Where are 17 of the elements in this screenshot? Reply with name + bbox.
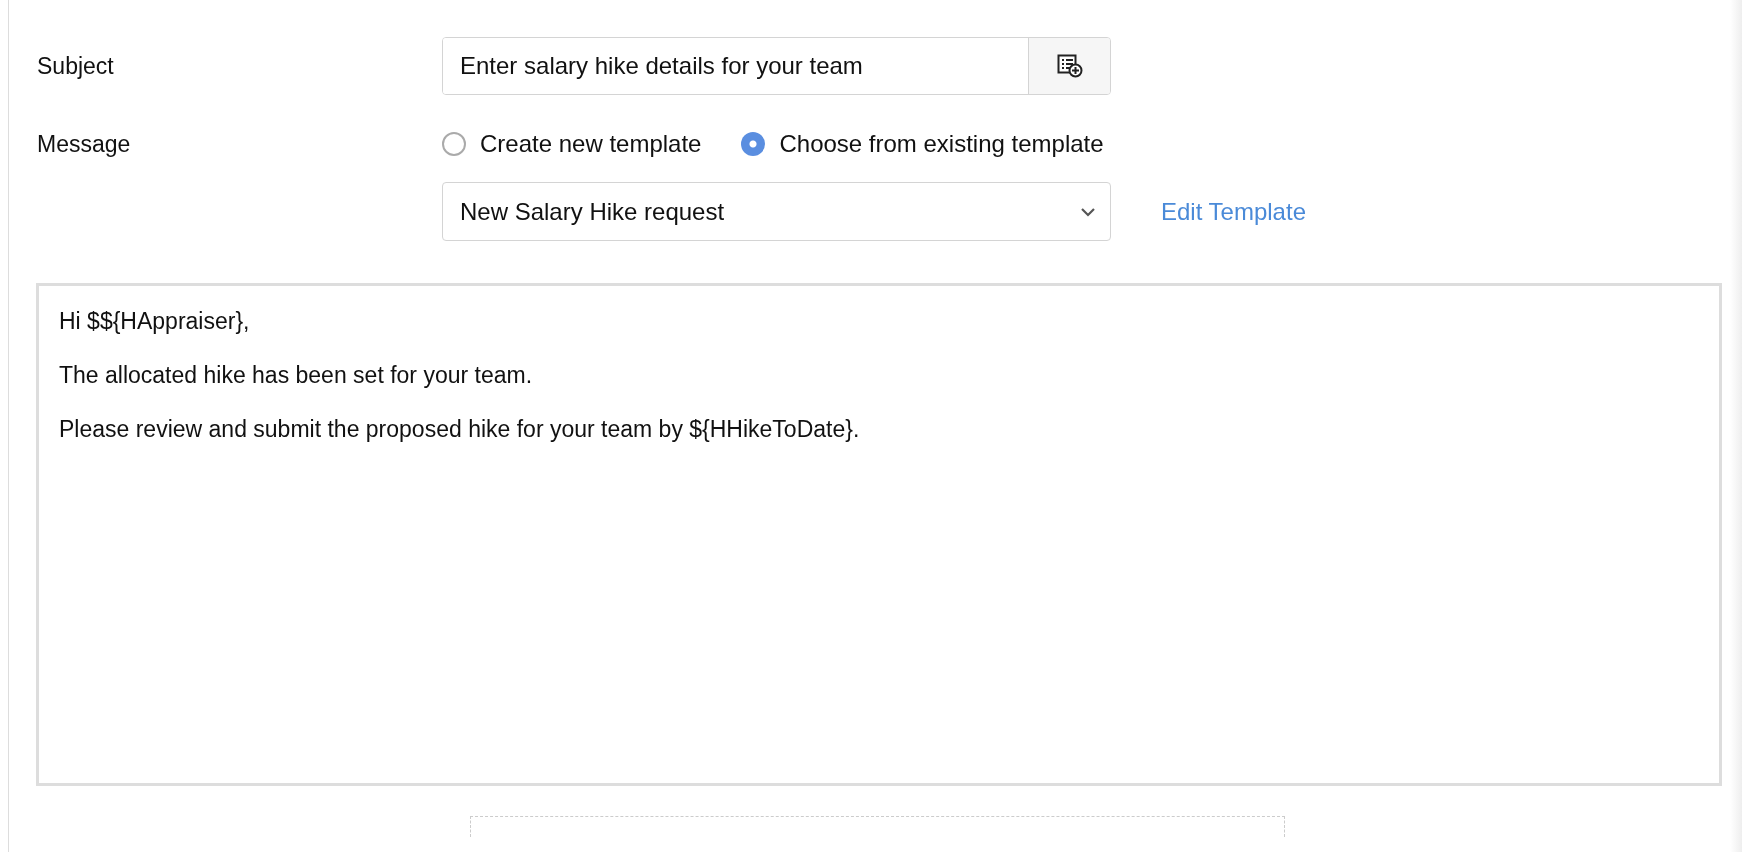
field-label: Message xyxy=(36,130,132,158)
chevron-down-icon xyxy=(1080,206,1096,217)
radio-label[interactable]: Create new template xyxy=(480,130,702,158)
insert-field-button[interactable] xyxy=(1028,38,1110,94)
list-add-icon xyxy=(1056,54,1083,78)
edit-template-link[interactable]: Edit Template xyxy=(1161,197,1306,226)
field-label: Subject xyxy=(36,52,115,80)
subject-field[interactable]: Enter salary hike details for your team xyxy=(442,37,1111,95)
message-text: The allocated hike has been set for your team. xyxy=(59,362,533,388)
radio-button[interactable] xyxy=(741,132,766,156)
message-text: Hi $${HAppraiser}, xyxy=(59,308,250,334)
radio-button[interactable] xyxy=(442,132,466,156)
drop-zone[interactable] xyxy=(470,816,1285,837)
message-editor[interactable]: Hi $${HAppraiser}, The allocated hike has been set for your team. Please review and submit the proposed hike for your team by ${HHikeToDate}. xyxy=(36,283,1722,786)
radio-label[interactable]: Choose from existing template xyxy=(779,130,1104,158)
template-dropdown[interactable]: New Salary Hike request xyxy=(442,182,1111,241)
message-text: Please review and submit the proposed hike for your team by ${HHikeToDate}. xyxy=(59,416,860,442)
